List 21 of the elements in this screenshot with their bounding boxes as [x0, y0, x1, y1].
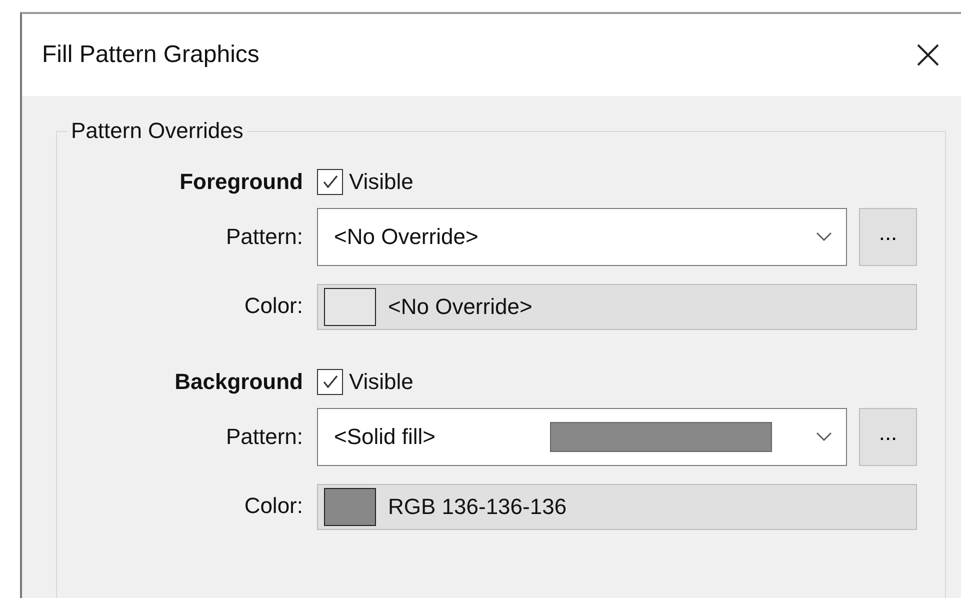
chevron-down-icon — [816, 432, 832, 442]
pattern-dropdown[interactable]: <Solid fill> — [317, 408, 847, 466]
checkbox-label: Visible — [349, 369, 414, 395]
field-label: Pattern: — [226, 224, 303, 250]
checkbox[interactable] — [317, 169, 343, 195]
browse-button[interactable]: ... — [859, 208, 917, 266]
section-heading: Foreground — [180, 169, 303, 195]
close-icon[interactable] — [916, 43, 940, 67]
browse-button[interactable]: ... — [859, 408, 917, 466]
checkbox[interactable] — [317, 369, 343, 395]
color-field[interactable]: <No Override> — [317, 284, 917, 330]
chevron-down-icon — [816, 232, 832, 242]
pattern-dropdown[interactable]: <No Override> — [317, 208, 847, 266]
color-field[interactable]: RGB 136-136-136 — [317, 484, 917, 530]
group-title: Pattern Overrides — [70, 118, 244, 144]
field-label: Pattern: — [226, 424, 303, 450]
field-label: Color: — [244, 293, 303, 319]
window-title: Fill Pattern Graphics — [42, 41, 260, 69]
section-heading: Background — [174, 369, 303, 395]
checkbox-label: Visible — [349, 169, 414, 195]
field-label: Color: — [244, 493, 303, 519]
